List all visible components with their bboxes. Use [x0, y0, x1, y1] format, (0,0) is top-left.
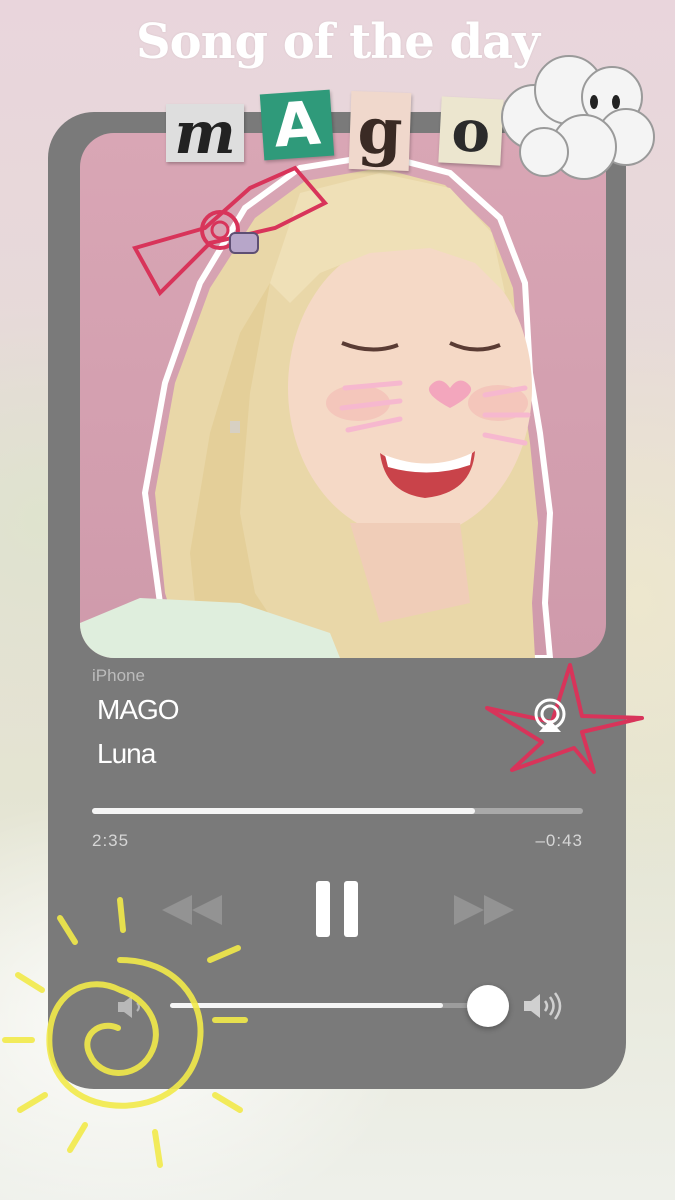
audio-source-label: iPhone — [92, 666, 145, 685]
remaining-time: –0:43 — [535, 831, 583, 850]
cloud-icon — [501, 55, 655, 180]
song-title: MAGO — [97, 694, 180, 725]
progress-fill — [92, 808, 475, 814]
pause-icon — [316, 881, 358, 937]
sun-doodle-icon — [2, 897, 248, 1168]
volume-high-icon — [524, 992, 562, 1020]
pause-button[interactable] — [315, 880, 359, 938]
cutout-letter-g: g — [348, 90, 412, 172]
fast-forward-icon — [454, 895, 514, 925]
cutout-letter-a: A — [259, 88, 335, 162]
portrait-illustration — [80, 151, 554, 658]
album-artwork — [80, 133, 606, 658]
artist-name: Luna — [97, 738, 156, 769]
fast-forward-button[interactable] — [452, 893, 516, 927]
cutout-letter-m: m — [166, 99, 244, 167]
volume-knob[interactable] — [467, 985, 509, 1027]
elapsed-time: 2:35 — [92, 831, 130, 850]
progress-bar[interactable] — [92, 808, 583, 814]
airplay-icon[interactable] — [530, 698, 570, 734]
